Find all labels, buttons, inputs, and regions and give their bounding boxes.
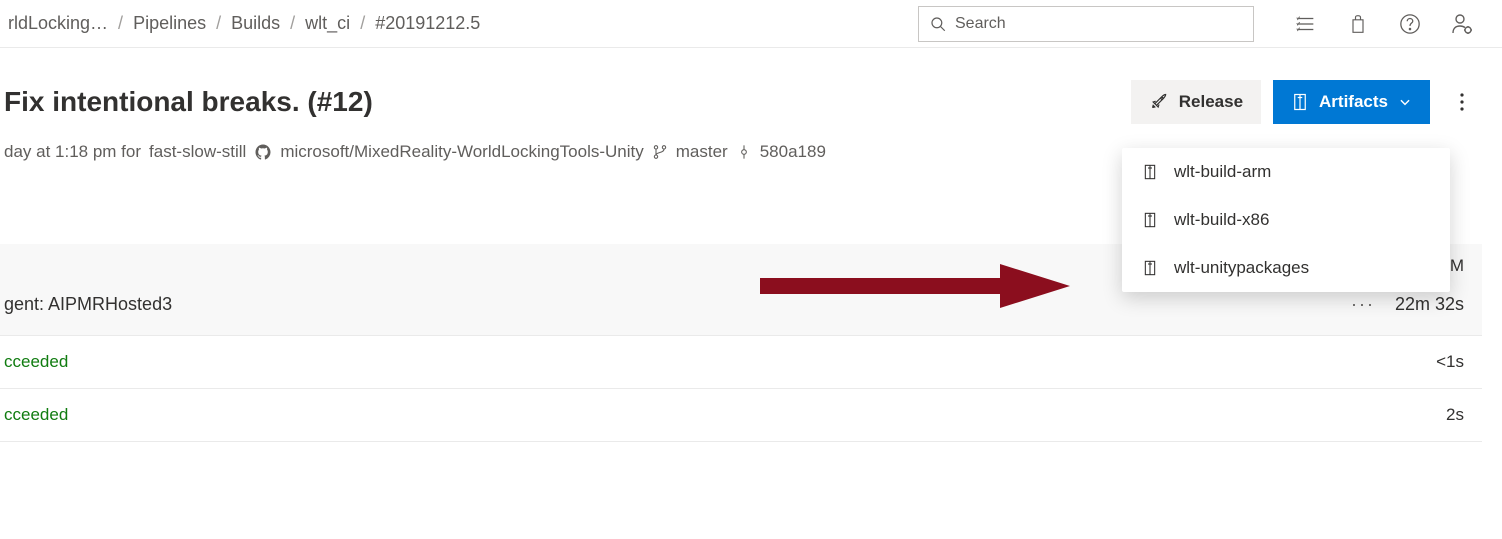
step-duration: 2s — [1446, 405, 1464, 425]
title-row: Fix intentional breaks. (#12) Release Ar… — [0, 80, 1482, 124]
breadcrumb-item[interactable]: Builds — [231, 13, 280, 34]
commit-icon — [736, 143, 752, 161]
artifact-item[interactable]: wlt-build-arm — [1122, 148, 1450, 196]
breadcrumb: rldLocking… / Pipelines / Builds / wlt_c… — [8, 13, 918, 34]
release-label: Release — [1179, 92, 1243, 112]
meta-user[interactable]: fast-slow-still — [149, 142, 246, 162]
breadcrumb-sep: / — [212, 13, 225, 34]
rocket-icon — [1149, 92, 1169, 112]
breadcrumb-item[interactable]: wlt_ci — [305, 13, 350, 34]
release-button[interactable]: Release — [1131, 80, 1261, 124]
artifact-item[interactable]: wlt-unitypackages — [1122, 244, 1450, 292]
meta-time: day at 1:18 pm for — [4, 142, 141, 162]
artifact-icon — [1142, 258, 1158, 278]
artifact-icon — [1142, 210, 1158, 230]
top-bar: rldLocking… / Pipelines / Builds / wlt_c… — [0, 0, 1502, 48]
page-title: Fix intentional breaks. (#12) — [4, 86, 1131, 118]
breadcrumb-item[interactable]: rldLocking… — [8, 13, 108, 34]
meta-branch[interactable]: master — [676, 142, 728, 162]
step-row[interactable]: cceeded <1s — [0, 336, 1482, 389]
step-status: cceeded — [4, 352, 1436, 372]
search-input[interactable] — [955, 15, 1243, 33]
breadcrumb-sep: / — [356, 13, 369, 34]
marketplace-icon[interactable] — [1346, 12, 1370, 36]
artifact-label: wlt-build-arm — [1174, 162, 1271, 182]
action-buttons: Release Artifacts — [1131, 80, 1482, 124]
step-duration: <1s — [1436, 352, 1464, 372]
artifact-icon — [1291, 92, 1309, 112]
breadcrumb-item[interactable]: #20191212.5 — [375, 13, 480, 34]
top-actions — [1294, 12, 1474, 36]
kebab-icon — [1459, 92, 1465, 112]
artifact-icon — [1142, 162, 1158, 182]
meta-repo[interactable]: microsoft/MixedReality-WorldLockingTools… — [280, 142, 643, 162]
agent-duration: 22m 32s — [1395, 294, 1464, 315]
search-icon — [929, 15, 947, 33]
step-status: cceeded — [4, 405, 1446, 425]
annotation-arrow — [760, 256, 1080, 316]
breadcrumb-item[interactable]: Pipelines — [133, 13, 206, 34]
list-icon[interactable] — [1294, 12, 1318, 36]
artifacts-button[interactable]: Artifacts — [1273, 80, 1430, 124]
artifact-label: wlt-build-x86 — [1174, 210, 1269, 230]
step-row[interactable]: cceeded 2s — [0, 389, 1482, 442]
artifacts-label: Artifacts — [1319, 92, 1388, 112]
breadcrumb-sep: / — [114, 13, 127, 34]
help-icon[interactable] — [1398, 12, 1422, 36]
artifact-item[interactable]: wlt-build-x86 — [1122, 196, 1450, 244]
chevron-down-icon — [1398, 95, 1412, 109]
meta-commit[interactable]: 580a189 — [760, 142, 826, 162]
artifacts-dropdown: wlt-build-arm wlt-build-x86 wlt-unitypac… — [1122, 148, 1450, 292]
breadcrumb-sep: / — [286, 13, 299, 34]
agent-more-button[interactable]: ··· — [1351, 294, 1375, 315]
artifact-label: wlt-unitypackages — [1174, 258, 1309, 278]
user-settings-icon[interactable] — [1450, 12, 1474, 36]
github-icon — [254, 143, 272, 161]
more-actions-button[interactable] — [1442, 80, 1482, 124]
search-box[interactable] — [918, 6, 1254, 42]
branch-icon — [652, 143, 668, 161]
agent-label: gent: AIPMRHosted3 — [4, 294, 1351, 315]
